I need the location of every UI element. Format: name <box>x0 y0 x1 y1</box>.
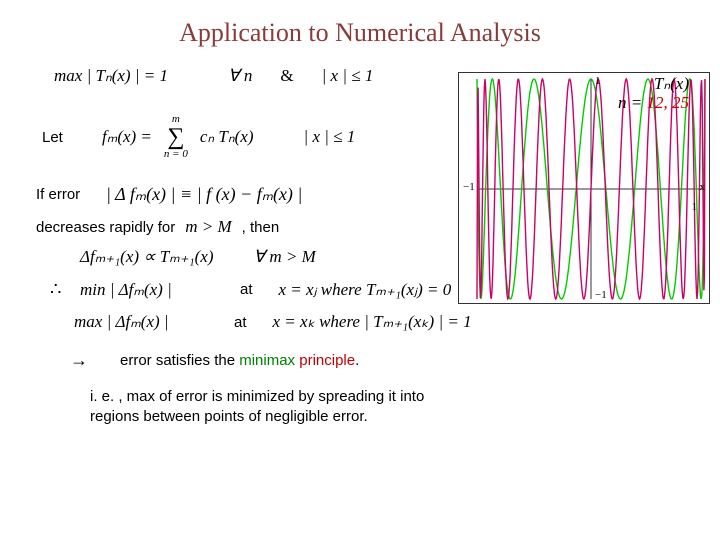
x-axis-label: x <box>700 181 706 193</box>
minimax-line: → error satisfies the minimax principle. <box>70 350 690 371</box>
chart-title: Tₙ(x) n = 12, 25 <box>618 75 689 112</box>
sigma-icon: ∑ <box>167 125 184 149</box>
rightarrow-icon: → <box>70 350 110 371</box>
y-max-tick: 1 <box>595 75 601 87</box>
slide-body: Tₙ(x) n = 12, 25 x −1 1 1 −1 max | Tₙ(x)… <box>0 66 720 428</box>
footer-text: i. e. , max of error is minimized by spr… <box>90 387 450 428</box>
page-title: Application to Numerical Analysis <box>0 18 720 48</box>
chebyshev-plot: Tₙ(x) n = 12, 25 x −1 1 1 −1 <box>458 72 710 304</box>
x-max-tick: 1 <box>692 201 698 213</box>
eq-max-at: max | Δfₘ(x) | at x = xₖ where | Tₘ₊₁(xₖ… <box>74 312 690 332</box>
x-min-tick: −1 <box>463 181 475 193</box>
y-min-tick: −1 <box>595 289 607 301</box>
therefore-icon: ∴ <box>50 279 70 300</box>
